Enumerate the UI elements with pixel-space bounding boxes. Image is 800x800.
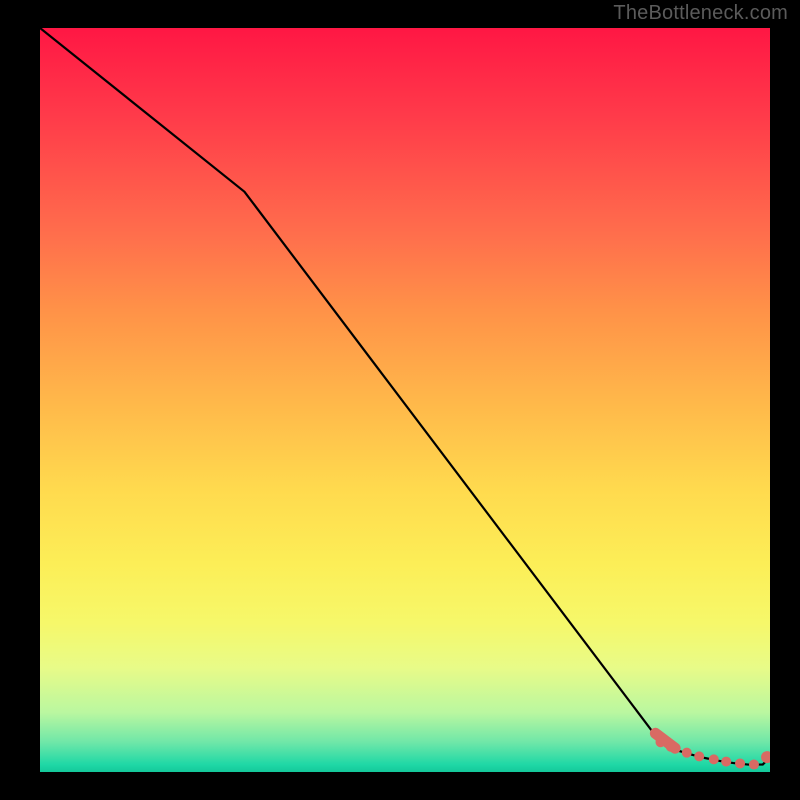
marker-dot <box>682 748 692 758</box>
marker-dot <box>749 760 759 770</box>
chart-frame: TheBottleneck.com <box>0 0 800 800</box>
marker-dot <box>721 757 731 767</box>
curve-svg <box>40 28 770 772</box>
bottleneck-curve <box>40 28 770 765</box>
watermark-text: TheBottleneck.com <box>613 2 788 25</box>
plot-area <box>40 28 770 772</box>
marker-dot <box>761 751 770 763</box>
marker-dot <box>694 751 704 761</box>
marker-dot <box>656 737 666 747</box>
marker-dot <box>666 742 676 752</box>
marker-dot <box>735 758 745 768</box>
bottleneck-curve-group <box>40 28 770 770</box>
marker-dot <box>709 754 719 764</box>
